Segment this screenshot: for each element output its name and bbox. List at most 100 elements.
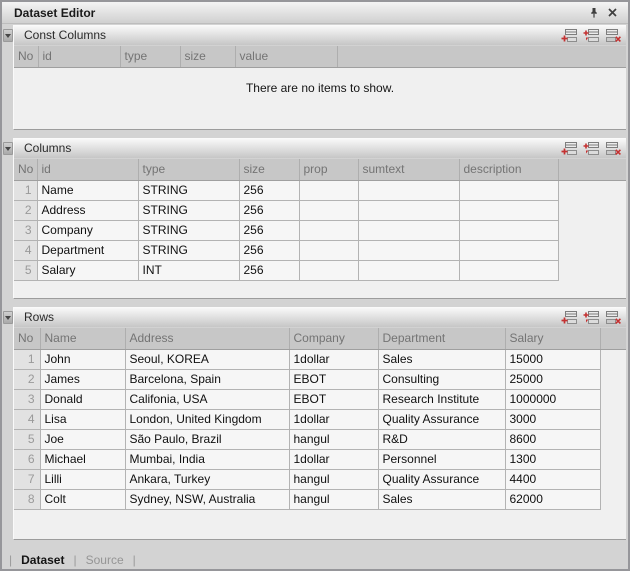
cell[interactable]: hangul: [289, 489, 378, 509]
cell[interactable]: 1dollar: [289, 409, 378, 429]
delete-row-button[interactable]: [604, 140, 622, 156]
row-number-cell[interactable]: 2: [14, 369, 40, 389]
cell[interactable]: [358, 260, 459, 280]
cell[interactable]: [459, 260, 558, 280]
cell[interactable]: Research Institute: [378, 389, 505, 409]
cell[interactable]: Sales: [378, 489, 505, 509]
cell[interactable]: 256: [239, 260, 299, 280]
tab-dataset[interactable]: Dataset: [21, 553, 64, 567]
collapse-columns-button[interactable]: [3, 142, 13, 155]
cell[interactable]: 8600: [505, 429, 600, 449]
cell[interactable]: 1dollar: [289, 349, 378, 369]
insert-row-button[interactable]: [582, 27, 600, 43]
cell[interactable]: [299, 200, 358, 220]
cell[interactable]: [459, 180, 558, 200]
cell[interactable]: [459, 220, 558, 240]
cell[interactable]: Donald: [40, 389, 125, 409]
cell[interactable]: 25000: [505, 369, 600, 389]
close-button[interactable]: [603, 4, 622, 21]
row-number-cell[interactable]: 4: [14, 409, 40, 429]
cell[interactable]: Quality Assurance: [378, 409, 505, 429]
row-number-cell[interactable]: 5: [14, 429, 40, 449]
row-number-cell[interactable]: 8: [14, 489, 40, 509]
cell[interactable]: Company: [37, 220, 138, 240]
cell[interactable]: STRING: [138, 200, 239, 220]
cell[interactable]: 256: [239, 240, 299, 260]
delete-row-button[interactable]: [604, 27, 622, 43]
cell[interactable]: Colt: [40, 489, 125, 509]
cell[interactable]: [358, 220, 459, 240]
cell[interactable]: São Paulo, Brazil: [125, 429, 289, 449]
cell[interactable]: Consulting: [378, 369, 505, 389]
delete-row-icon: [605, 141, 622, 156]
cell[interactable]: Department: [37, 240, 138, 260]
add-row-button[interactable]: [560, 309, 578, 325]
cell[interactable]: [299, 260, 358, 280]
cell[interactable]: Lisa: [40, 409, 125, 429]
cell[interactable]: Quality Assurance: [378, 469, 505, 489]
cell[interactable]: [358, 180, 459, 200]
cell[interactable]: 15000: [505, 349, 600, 369]
cell[interactable]: [299, 240, 358, 260]
cell[interactable]: Address: [37, 200, 138, 220]
cell[interactable]: John: [40, 349, 125, 369]
cell[interactable]: hangul: [289, 429, 378, 449]
cell[interactable]: Califonia, USA: [125, 389, 289, 409]
cell[interactable]: Michael: [40, 449, 125, 469]
row-number-cell[interactable]: 3: [14, 389, 40, 409]
cell[interactable]: Barcelona, Spain: [125, 369, 289, 389]
cell[interactable]: Lilli: [40, 469, 125, 489]
cell[interactable]: STRING: [138, 180, 239, 200]
row-number-cell[interactable]: 2: [14, 200, 37, 220]
cell[interactable]: London, United Kingdom: [125, 409, 289, 429]
cell[interactable]: Name: [37, 180, 138, 200]
pin-button[interactable]: [584, 4, 603, 21]
collapse-rows-button[interactable]: [3, 311, 13, 324]
cell[interactable]: STRING: [138, 220, 239, 240]
cell[interactable]: Personnel: [378, 449, 505, 469]
cell[interactable]: EBOT: [289, 369, 378, 389]
cell[interactable]: [459, 200, 558, 220]
cell[interactable]: James: [40, 369, 125, 389]
row-number-cell[interactable]: 1: [14, 349, 40, 369]
cell[interactable]: Salary: [37, 260, 138, 280]
cell[interactable]: [299, 220, 358, 240]
cell[interactable]: 1dollar: [289, 449, 378, 469]
cell[interactable]: 256: [239, 180, 299, 200]
row-number-cell[interactable]: 7: [14, 469, 40, 489]
cell[interactable]: Sydney, NSW, Australia: [125, 489, 289, 509]
add-row-button[interactable]: [560, 140, 578, 156]
cell[interactable]: EBOT: [289, 389, 378, 409]
cell[interactable]: Ankara, Turkey: [125, 469, 289, 489]
delete-row-button[interactable]: [604, 309, 622, 325]
cell[interactable]: Seoul, KOREA: [125, 349, 289, 369]
add-row-button[interactable]: [560, 27, 578, 43]
collapse-const-columns-button[interactable]: [3, 29, 13, 42]
row-number-cell[interactable]: 4: [14, 240, 37, 260]
cell[interactable]: Joe: [40, 429, 125, 449]
cell[interactable]: 3000: [505, 409, 600, 429]
cell[interactable]: R&D: [378, 429, 505, 449]
cell[interactable]: 1300: [505, 449, 600, 469]
cell[interactable]: 1000000: [505, 389, 600, 409]
row-number-cell[interactable]: 6: [14, 449, 40, 469]
cell[interactable]: Sales: [378, 349, 505, 369]
cell[interactable]: 256: [239, 220, 299, 240]
row-number-cell[interactable]: 3: [14, 220, 37, 240]
tab-source[interactable]: Source: [86, 553, 124, 567]
cell[interactable]: [358, 240, 459, 260]
cell[interactable]: 4400: [505, 469, 600, 489]
cell[interactable]: [358, 200, 459, 220]
cell[interactable]: 256: [239, 200, 299, 220]
row-number-cell[interactable]: 5: [14, 260, 37, 280]
cell[interactable]: 62000: [505, 489, 600, 509]
cell[interactable]: [459, 240, 558, 260]
insert-row-button[interactable]: [582, 309, 600, 325]
cell[interactable]: hangul: [289, 469, 378, 489]
cell[interactable]: [299, 180, 358, 200]
cell[interactable]: Mumbai, India: [125, 449, 289, 469]
row-number-cell[interactable]: 1: [14, 180, 37, 200]
cell[interactable]: STRING: [138, 240, 239, 260]
insert-row-button[interactable]: [582, 140, 600, 156]
cell[interactable]: INT: [138, 260, 239, 280]
